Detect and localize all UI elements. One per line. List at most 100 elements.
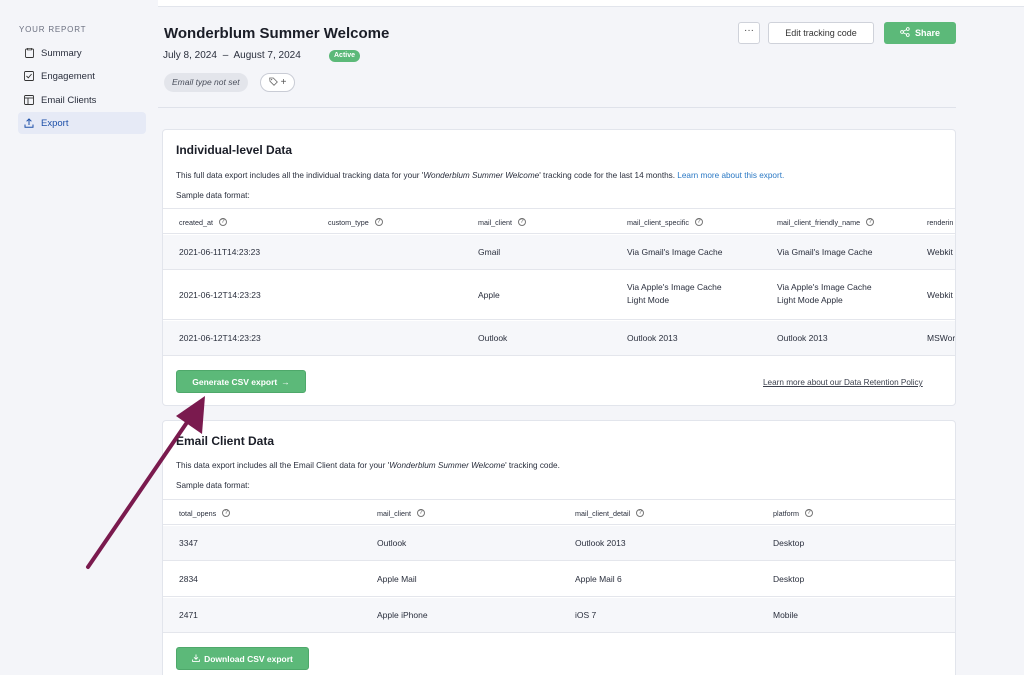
table-cell: Apple Mail bbox=[377, 574, 417, 584]
table-row: 2021-06-11T14:23:23 Gmail Via Gmail's Im… bbox=[163, 235, 955, 270]
help-icon[interactable]: ? bbox=[804, 509, 813, 517]
table-cell: 2021-06-11T14:23:23 bbox=[179, 247, 261, 257]
help-icon[interactable]: ? bbox=[866, 218, 875, 226]
table-cell: Outlook 2013 bbox=[777, 333, 828, 343]
date-start: July 8, 2024 bbox=[163, 50, 217, 61]
table-cell: Apple bbox=[478, 290, 500, 300]
column-header: total_opens? bbox=[179, 500, 231, 526]
table-row: 3347 Outlook Outlook 2013 Desktop bbox=[163, 526, 955, 561]
add-tag-button[interactable]: + bbox=[260, 73, 295, 92]
sidebar-item-label: Engagement bbox=[41, 70, 95, 82]
status-badge: Active bbox=[329, 50, 361, 62]
table-cell: Outlook bbox=[377, 538, 407, 548]
table-cell: 3347 bbox=[179, 538, 198, 548]
sidebar-item-label: Summary bbox=[41, 47, 82, 59]
table-cell: Webkit bbox=[927, 247, 953, 257]
table-cell: Mobile bbox=[773, 610, 799, 620]
card-title: Individual-level Data bbox=[176, 143, 293, 157]
sidebar-item-summary[interactable]: Summary bbox=[18, 42, 146, 64]
top-strip bbox=[158, 0, 1024, 7]
sidebar-item-email-clients[interactable]: Email Clients bbox=[18, 89, 146, 111]
table-row: 2471 Apple iPhone iOS 7 Mobile bbox=[163, 598, 955, 633]
column-header: mail_client_friendly_name? bbox=[777, 209, 875, 235]
help-icon[interactable]: ? bbox=[222, 509, 231, 517]
share-label: Share bbox=[914, 28, 940, 38]
table-cell: MSWor bbox=[927, 333, 956, 343]
window-icon bbox=[24, 95, 34, 105]
report-header: Wonderblum Summer Welcome July 8, 2024 –… bbox=[158, 7, 956, 108]
desc-text: This full data export includes all the i… bbox=[176, 171, 424, 180]
sidebar-item-engagement[interactable]: Engagement bbox=[18, 65, 146, 87]
help-icon[interactable]: ? bbox=[374, 218, 383, 226]
sidebar: YOUR REPORT Summary Engagement Email Cli… bbox=[0, 0, 158, 675]
table-cell: Via Gmail's Image Cache bbox=[777, 247, 873, 257]
share-button[interactable]: Share bbox=[884, 22, 956, 44]
table-cell: Webkit bbox=[927, 290, 953, 300]
table-cell: Apple Mail 6 bbox=[575, 574, 622, 584]
table-cell: Desktop bbox=[773, 574, 805, 584]
sidebar-item-label: Email Clients bbox=[41, 94, 97, 106]
desc-report-name: Wonderblum Summer Welcome bbox=[423, 171, 540, 180]
arrow-right-icon: → bbox=[281, 376, 290, 387]
table-header: created_at? custom_type? mail_client? ma… bbox=[163, 208, 955, 235]
column-header: mail_client_detail? bbox=[575, 500, 645, 526]
column-header: mail_client? bbox=[377, 500, 425, 526]
column-header: mail_client_specific? bbox=[627, 209, 703, 235]
data-retention-policy-link[interactable]: Learn more about our Data Retention Poli… bbox=[763, 378, 923, 387]
table-cell: 2834 bbox=[179, 574, 198, 584]
card-description: This data export includes all the Email … bbox=[176, 461, 560, 470]
generate-csv-export-button[interactable]: Generate CSV export → bbox=[176, 370, 306, 393]
table-cell: 2021-06-12T14:23:23 bbox=[179, 333, 261, 343]
email-type-chip[interactable]: Email type not set bbox=[164, 73, 248, 92]
sample-format-label: Sample data format: bbox=[176, 191, 250, 200]
sample-format-label: Sample data format: bbox=[176, 481, 250, 490]
desc-report-name: Wonderblum Summer Welcome bbox=[389, 461, 506, 470]
more-options-button[interactable]: ··· bbox=[738, 22, 760, 44]
card-description: This full data export includes all the i… bbox=[176, 171, 784, 180]
table-row: 2021-06-12T14:23:23 Outlook Outlook 2013… bbox=[163, 321, 956, 356]
sidebar-item-label: Export bbox=[41, 117, 69, 129]
table-cell: Outlook 2013 bbox=[575, 538, 626, 548]
table-cell: Via Apple's Image Cache Light Mode bbox=[627, 282, 722, 305]
date-end: August 7, 2024 bbox=[233, 50, 301, 61]
help-icon[interactable]: ? bbox=[694, 218, 703, 226]
button-label: Generate CSV export bbox=[192, 376, 278, 387]
table-cell: Outlook bbox=[478, 333, 508, 343]
help-icon[interactable]: ? bbox=[517, 218, 526, 226]
share-icon bbox=[900, 27, 910, 39]
learn-more-export-link[interactable]: Learn more about this export. bbox=[677, 171, 784, 180]
column-header: mail_client? bbox=[478, 209, 526, 235]
sidebar-heading: YOUR REPORT bbox=[19, 25, 87, 34]
download-icon bbox=[192, 654, 200, 664]
table-cell: Gmail bbox=[478, 247, 501, 257]
plus-icon: + bbox=[280, 77, 287, 88]
main-content: Wonderblum Summer Welcome July 8, 2024 –… bbox=[158, 0, 1024, 675]
help-icon[interactable]: ? bbox=[416, 509, 425, 517]
table-cell: iOS 7 bbox=[575, 610, 597, 620]
column-header: custom_type? bbox=[328, 209, 383, 235]
date-range: July 8, 2024 – August 7, 2024 bbox=[163, 50, 301, 61]
card-title: Email Client Data bbox=[176, 434, 275, 448]
help-icon[interactable]: ? bbox=[636, 509, 645, 517]
table-cell: Outlook 2013 bbox=[627, 333, 678, 343]
table-header: total_opens? mail_client? mail_client_de… bbox=[163, 499, 955, 526]
table-row: 2834 Apple Mail Apple Mail 6 Desktop bbox=[163, 562, 955, 597]
edit-tracking-code-button[interactable]: Edit tracking code bbox=[768, 22, 874, 44]
sidebar-item-export[interactable]: Export bbox=[18, 112, 146, 134]
button-label: Download CSV export bbox=[204, 653, 293, 664]
tag-icon bbox=[268, 77, 278, 89]
column-header: created_at? bbox=[179, 209, 227, 235]
help-icon[interactable]: ? bbox=[218, 218, 227, 226]
individual-data-card: Individual-level Data This full data exp… bbox=[162, 129, 956, 406]
table-cell: Apple iPhone bbox=[377, 610, 428, 620]
column-header: platform? bbox=[773, 500, 813, 526]
page-title: Wonderblum Summer Welcome bbox=[164, 25, 390, 42]
upload-icon bbox=[24, 118, 34, 128]
desc-text: ' tracking code for the last 14 months. bbox=[539, 171, 678, 180]
table-row: 2021-06-12T14:23:23 Apple Via Apple's Im… bbox=[163, 271, 955, 320]
column-header: renderin bbox=[927, 217, 954, 227]
table-cell: Desktop bbox=[773, 538, 805, 548]
clipboard-icon bbox=[24, 48, 34, 58]
download-csv-export-button[interactable]: Download CSV export bbox=[176, 647, 309, 670]
table-cell: 2021-06-12T14:23:23 bbox=[179, 290, 261, 300]
